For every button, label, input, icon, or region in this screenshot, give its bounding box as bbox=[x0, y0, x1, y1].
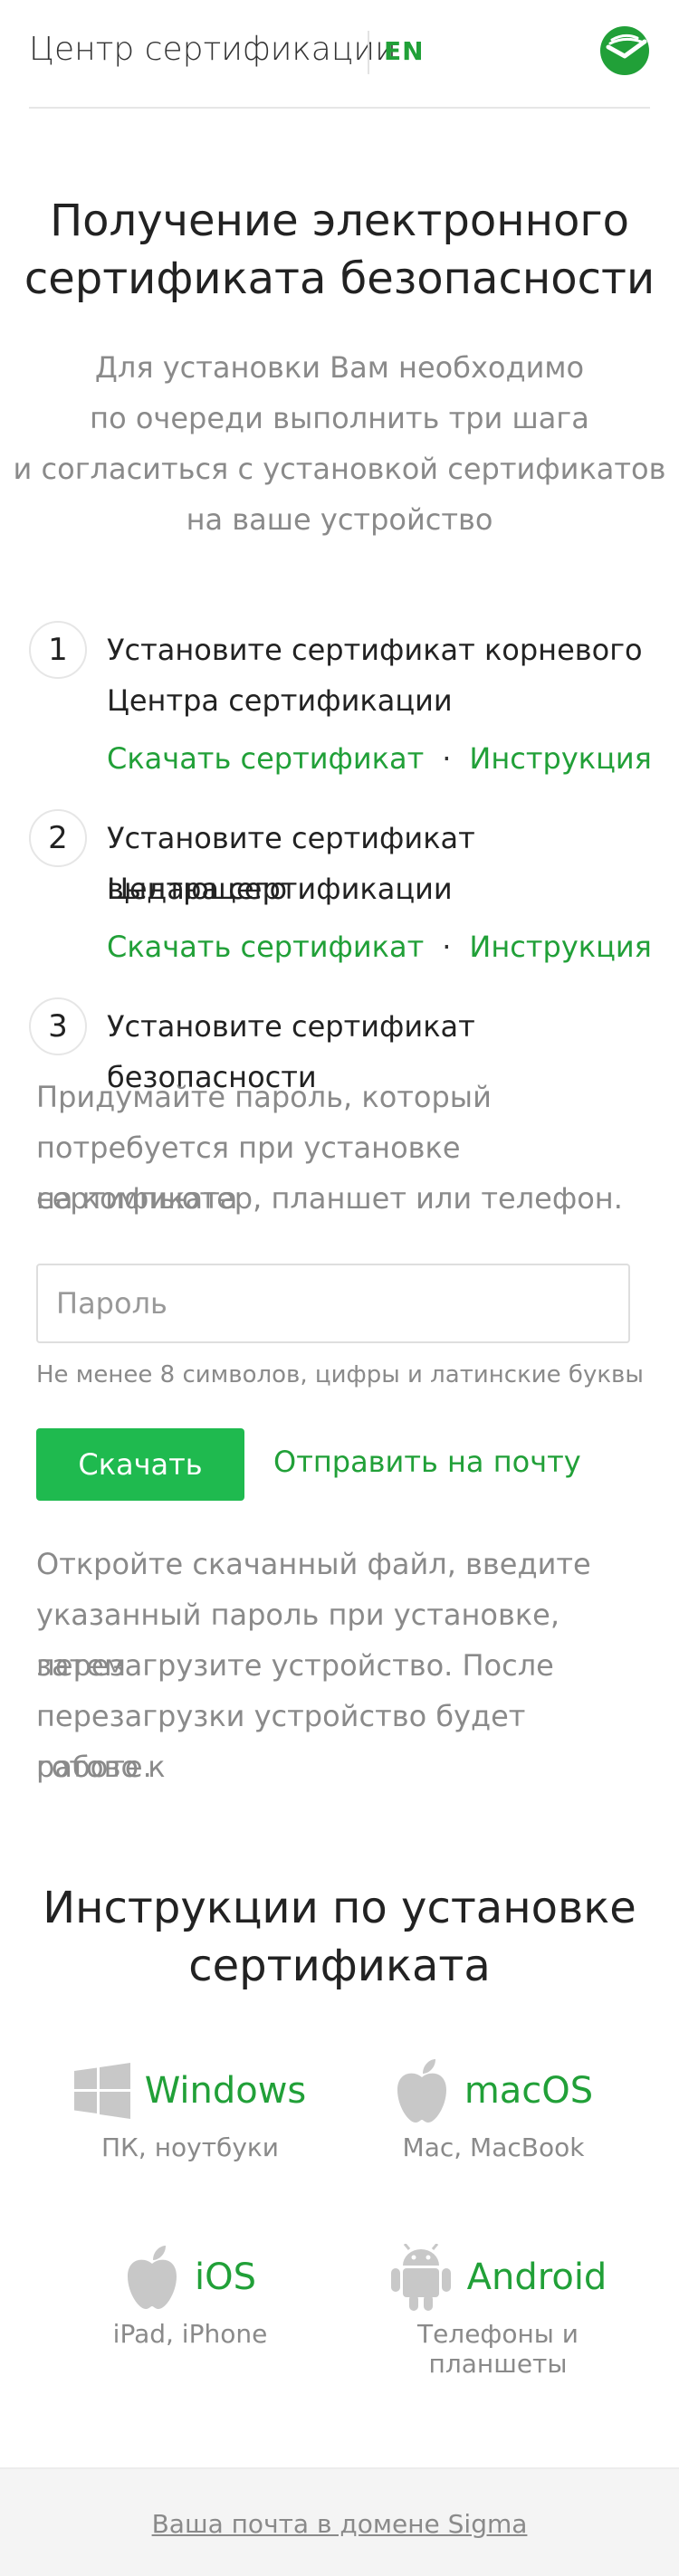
header: Центр сертификации EN bbox=[29, 0, 650, 109]
step-text: Центра сертификации bbox=[107, 683, 453, 718]
download-certificate-link[interactable]: Скачать сертификат bbox=[107, 741, 424, 776]
after-text-line: перезагрузите устройство. После bbox=[36, 1648, 554, 1683]
os-macos[interactable]: macOS Mac, MacBook bbox=[358, 2055, 629, 2162]
after-text-line: работе. bbox=[36, 1750, 152, 1784]
download-certificate-link[interactable]: Скачать сертификат bbox=[107, 930, 424, 964]
instructions-title-line1: Инструкции по установке bbox=[43, 1883, 636, 1933]
os-windows[interactable]: Windows ПК, ноутбуки bbox=[54, 2055, 326, 2162]
step-text: Центра сертификации bbox=[107, 872, 453, 906]
send-to-email-link[interactable]: Отправить на почту bbox=[273, 1445, 581, 1479]
subtitle-line: по очереди выполнить три шага bbox=[90, 401, 589, 435]
download-button[interactable]: Скачать bbox=[36, 1428, 244, 1501]
brand-title[interactable]: Центр сертификации bbox=[29, 31, 397, 68]
instructions-title-line2: сертификата bbox=[188, 1941, 491, 1991]
password-hint: Не менее 8 символов, цифры и латинские б… bbox=[36, 1361, 644, 1388]
instruction-link[interactable]: Инструкция bbox=[469, 741, 652, 776]
after-text-line: Откройте скачанный файл, введите bbox=[36, 1547, 591, 1581]
separator-dot: · bbox=[442, 741, 452, 776]
sber-logo-icon[interactable] bbox=[599, 25, 650, 76]
os-name: iOS bbox=[195, 2256, 256, 2298]
apple-icon bbox=[128, 2246, 177, 2309]
language-switch[interactable]: EN bbox=[384, 36, 425, 66]
header-divider bbox=[368, 31, 369, 74]
footer: Ваша почта в домене Sigma bbox=[0, 2467, 679, 2576]
step-links: Скачать сертификат · Инструкция bbox=[107, 739, 668, 778]
os-name: Android bbox=[466, 2256, 607, 2298]
subtitle-line: Для установки Вам необходимо bbox=[94, 350, 585, 385]
os-name: macOS bbox=[464, 2070, 594, 2112]
password-intro-line: на компьютер, планшет или телефон. bbox=[36, 1181, 623, 1216]
os-android[interactable]: Android Телефоны и планшеты bbox=[349, 2241, 647, 2379]
step-number: 3 bbox=[29, 997, 87, 1055]
android-icon bbox=[390, 2244, 451, 2311]
sigma-mail-link[interactable]: Ваша почта в домене Sigma bbox=[152, 2509, 528, 2539]
step-text: Установите сертификат корневого bbox=[107, 633, 643, 667]
os-subtitle: Телефоны и планшеты bbox=[416, 2319, 579, 2379]
page-title-line2: сертификата безопасности bbox=[24, 253, 655, 304]
password-intro-line: Придумайте пароль, который bbox=[36, 1080, 492, 1114]
password-input[interactable] bbox=[36, 1264, 630, 1343]
os-subtitle: iPad, iPhone bbox=[112, 2319, 268, 2349]
separator-dot: · bbox=[442, 930, 452, 964]
step-number: 2 bbox=[29, 809, 87, 867]
os-name: Windows bbox=[144, 2070, 307, 2112]
windows-icon bbox=[73, 2063, 130, 2119]
os-ios[interactable]: iOS iPad, iPhone bbox=[54, 2241, 326, 2349]
subtitle-line: на ваше устройство bbox=[186, 502, 493, 537]
step-links: Скачать сертификат · Инструкция bbox=[107, 927, 668, 967]
subtitle-line: и согласиться с установкой сертификатов bbox=[13, 452, 666, 486]
step-number: 1 bbox=[29, 621, 87, 679]
os-subtitle: ПК, ноутбуки bbox=[101, 2132, 279, 2162]
apple-icon bbox=[397, 2059, 446, 2123]
os-subtitle: Mac, MacBook bbox=[402, 2132, 585, 2162]
instruction-link[interactable]: Инструкция bbox=[469, 930, 652, 964]
page-title-line1: Получение электронного bbox=[50, 196, 629, 246]
